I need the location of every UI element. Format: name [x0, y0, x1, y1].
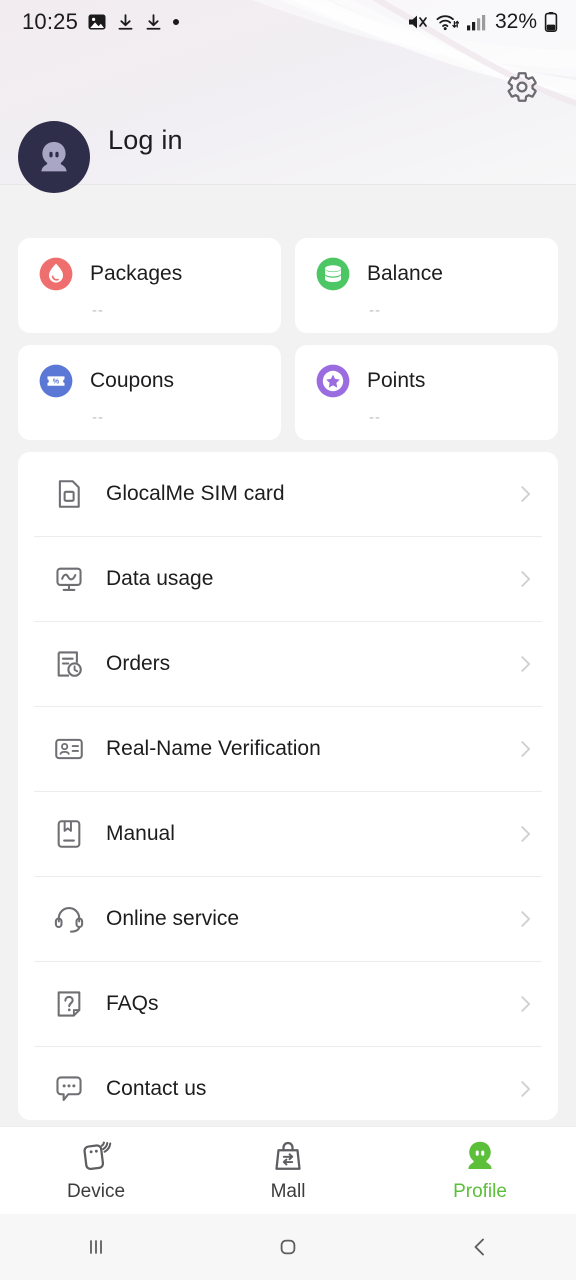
header-divider	[0, 184, 576, 185]
gear-icon	[507, 72, 537, 102]
quick-card-points[interactable]: Points --	[295, 345, 558, 440]
status-bar-right: 32%	[406, 10, 558, 34]
svg-text:%: %	[53, 377, 60, 386]
points-star-icon	[316, 364, 350, 398]
person-avatar-icon	[41, 142, 67, 172]
battery-icon	[544, 12, 558, 33]
menu-item-label: GlocalMe SIM card	[106, 482, 285, 505]
menu-item-online-service[interactable]: Online service	[18, 877, 558, 961]
settings-button[interactable]	[505, 70, 539, 104]
bottom-navigation: Device Mall Profile	[0, 1126, 576, 1214]
menu-item-label: Manual	[106, 822, 175, 845]
status-time: 10:25	[22, 9, 79, 34]
quick-card-row: Points	[314, 362, 558, 400]
quick-card-coupons[interactable]: % Coupons --	[18, 345, 281, 440]
quick-card-label: Points	[367, 369, 426, 392]
nav-tab-mall[interactable]: Mall	[192, 1127, 384, 1203]
quick-card-balance[interactable]: Balance --	[295, 238, 558, 333]
home-icon	[280, 1239, 296, 1255]
signal-icon	[466, 14, 486, 30]
home-button[interactable]	[192, 1232, 384, 1262]
wifi-icon	[436, 15, 459, 31]
system-navigation-bar	[0, 1214, 576, 1280]
nav-tab-label: Profile	[453, 1181, 507, 1202]
menu-item-label: FAQs	[106, 992, 159, 1015]
chat-bubble-icon	[56, 1076, 82, 1101]
battery-percent: 32%	[494, 10, 537, 33]
chevron-right-icon	[521, 656, 531, 672]
orders-clock-icon	[57, 651, 82, 677]
image-icon	[88, 14, 106, 30]
menu-item-orders[interactable]: Orders	[18, 622, 558, 706]
menu-item-label: Real-Name Verification	[106, 737, 321, 760]
nav-tab-label: Device	[66, 1181, 126, 1202]
nav-tab-label: Mall	[270, 1181, 306, 1202]
quick-card-label: Coupons	[90, 369, 175, 392]
download-icon	[146, 13, 161, 30]
recents-button[interactable]	[0, 1232, 192, 1262]
chevron-right-icon	[521, 826, 531, 842]
id-card-icon	[55, 738, 83, 760]
packages-drop-icon	[39, 257, 73, 291]
download-icon	[118, 13, 133, 30]
dot-icon	[173, 19, 180, 25]
menu-item-label: Online service	[106, 907, 240, 930]
avatar[interactable]	[18, 121, 90, 193]
back-icon	[474, 1238, 484, 1256]
nav-tab-device[interactable]: Device	[0, 1127, 192, 1203]
status-bar: 10:25 32%	[0, 0, 576, 44]
coupon-ticket-icon: %	[39, 364, 73, 398]
mute-icon	[408, 15, 427, 29]
quick-card-value: --	[369, 409, 381, 426]
faq-question-icon	[57, 991, 81, 1017]
data-usage-monitor-icon	[56, 567, 82, 591]
hotspot-device-icon	[83, 1141, 112, 1171]
chevron-right-icon	[521, 911, 531, 927]
headset-icon	[54, 907, 84, 933]
sim-card-icon	[58, 480, 80, 508]
menu-item-label: Data usage	[106, 567, 214, 590]
menu-item-data-usage[interactable]: Data usage	[18, 537, 558, 621]
chevron-right-icon	[521, 571, 531, 587]
quick-card-value: --	[92, 302, 104, 319]
quick-card-packages[interactable]: Packages --	[18, 238, 281, 333]
chevron-right-icon	[521, 1081, 531, 1097]
menu-item-real-name-verification[interactable]: Real-Name Verification	[18, 707, 558, 791]
quick-card-row: % Coupons	[37, 362, 281, 400]
menu-item-label: Orders	[106, 652, 171, 675]
quick-card-row: Packages	[37, 255, 281, 293]
recents-icon	[90, 1240, 102, 1254]
shopping-bag-icon	[275, 1141, 301, 1170]
menu-item-glocalme-sim-card[interactable]: GlocalMe SIM card	[18, 452, 558, 536]
quick-card-value: --	[92, 409, 104, 426]
quick-card-label: Packages	[90, 262, 183, 285]
chevron-right-icon	[521, 996, 531, 1012]
status-bar-left: 10:25	[22, 9, 180, 35]
quick-stats-grid: Packages -- Balance -- % Coupons -- Poin…	[0, 238, 576, 440]
balance-coins-icon	[316, 257, 350, 291]
nav-tab-profile[interactable]: Profile	[384, 1127, 576, 1203]
menu-item-label: Contact us	[106, 1077, 207, 1100]
quick-card-label: Balance	[367, 262, 443, 285]
menu-item-manual[interactable]: Manual	[18, 792, 558, 876]
menu-list: GlocalMe SIM card Data usage Orders Real…	[18, 452, 558, 1120]
menu-item-contact-us[interactable]: Contact us	[18, 1047, 558, 1120]
chevron-right-icon	[521, 486, 531, 502]
back-button[interactable]	[384, 1232, 576, 1262]
chevron-right-icon	[521, 741, 531, 757]
login-label[interactable]: Log in	[108, 125, 183, 156]
menu-item-faqs[interactable]: FAQs	[18, 962, 558, 1046]
manual-book-icon	[57, 820, 81, 848]
profile-person-icon	[468, 1141, 492, 1169]
quick-card-value: --	[369, 302, 381, 319]
quick-card-row: Balance	[314, 255, 558, 293]
